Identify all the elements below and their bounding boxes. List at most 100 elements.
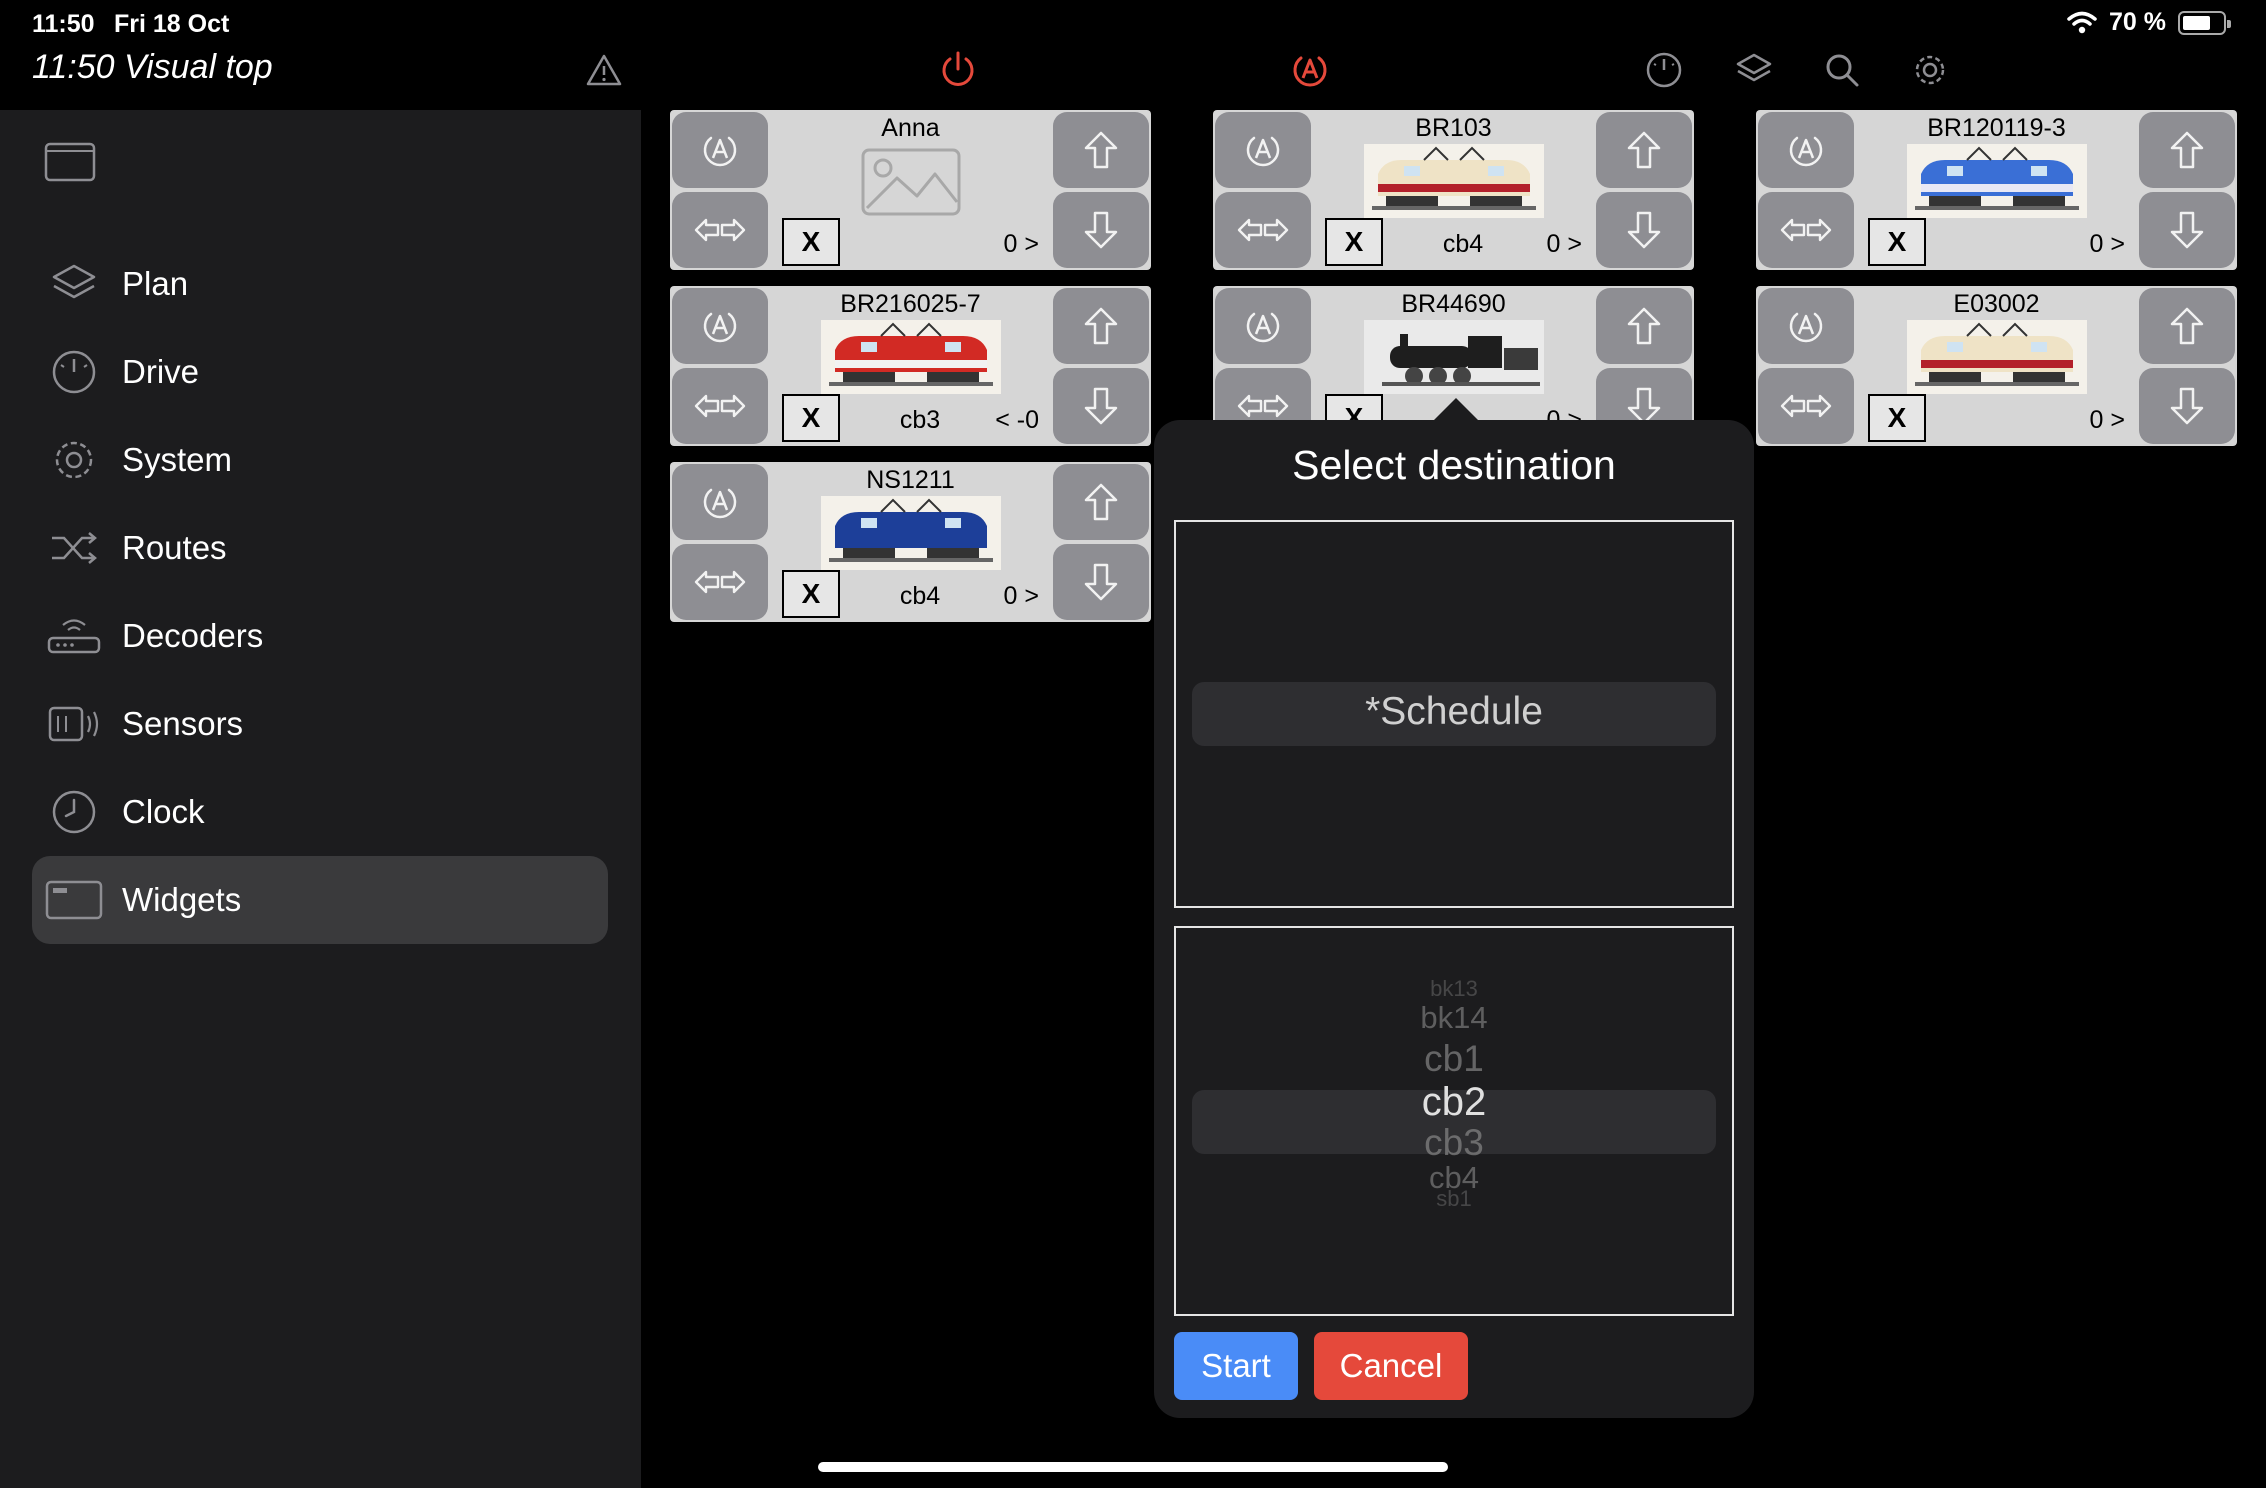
loco-speed: < -0: [995, 406, 1039, 434]
speed-up-button[interactable]: [1596, 288, 1692, 364]
destination-option[interactable]: bk13: [1176, 976, 1732, 1002]
direction-button[interactable]: [1758, 368, 1854, 444]
sidebar-item-decoders[interactable]: Decoders: [32, 592, 608, 680]
speed-up-button[interactable]: [2139, 288, 2235, 364]
loco-name: BR103: [1415, 114, 1492, 142]
sidebar-item-widgets[interactable]: Widgets: [32, 856, 608, 944]
loco-image: [1363, 320, 1544, 394]
auto-mode-button[interactable]: [1758, 112, 1854, 188]
stop-button[interactable]: X: [1868, 218, 1926, 266]
sidebar-item-system[interactable]: System: [32, 416, 608, 504]
loco-speed: 0 >: [2089, 230, 2125, 258]
speed-down-button[interactable]: [1053, 544, 1149, 620]
direction-button[interactable]: [672, 544, 768, 620]
loco-card[interactable]: BR103 X cb4 0 >: [1213, 110, 1694, 270]
stop-button[interactable]: X: [782, 570, 840, 618]
sidebar-item-plan[interactable]: Plan: [32, 240, 608, 328]
layers-icon[interactable]: [1732, 48, 1776, 92]
warning-icon[interactable]: [582, 48, 626, 92]
auto-mode-button[interactable]: [672, 112, 768, 188]
destination-option[interactable]: cb1: [1176, 1038, 1732, 1080]
loco-name: NS1211: [866, 466, 955, 494]
speed-up-button[interactable]: [1053, 112, 1149, 188]
sidebar-item-routes[interactable]: Routes: [32, 504, 608, 592]
speedometer-icon: [44, 342, 104, 402]
sidebar-item-label: Drive: [122, 353, 200, 390]
stop-button[interactable]: X: [782, 394, 840, 442]
speed-down-button[interactable]: [2139, 192, 2235, 268]
loco-card[interactable]: BR120119-3 X 0 >: [1756, 110, 2237, 270]
stop-button[interactable]: X: [782, 218, 840, 266]
select-destination-popover: Select destination *Schedule bk13 bk14 cb1…: [1154, 420, 1754, 1418]
start-button[interactable]: Start: [1174, 1332, 1298, 1400]
sidebar-item-drive[interactable]: Drive: [32, 328, 608, 416]
auto-mode-icon: [703, 136, 737, 167]
arrow-down-icon: [1084, 387, 1118, 425]
clock-icon: [44, 782, 104, 842]
search-icon[interactable]: [1820, 48, 1864, 92]
auto-mode-icon[interactable]: [1288, 48, 1332, 92]
arrow-down-icon: [1084, 211, 1118, 249]
stop-button[interactable]: X: [1325, 218, 1383, 266]
sidebar-item-sensors[interactable]: Sensors: [32, 680, 608, 768]
auto-mode-icon: [1246, 312, 1280, 343]
destination-option-selected[interactable]: cb2: [1176, 1080, 1732, 1125]
loco-speed: 0 >: [1003, 230, 1039, 258]
speed-down-button[interactable]: [1596, 192, 1692, 268]
destination-option[interactable]: sb1: [1176, 1186, 1732, 1212]
auto-mode-button[interactable]: [1215, 112, 1311, 188]
destination-option[interactable]: cb3: [1176, 1122, 1732, 1164]
auto-mode-icon: [1789, 136, 1823, 167]
speed-up-button[interactable]: [1053, 288, 1149, 364]
shuffle-icon: [44, 518, 104, 578]
loco-name: BR120119-3: [1927, 114, 2066, 142]
arrow-up-icon: [1627, 307, 1661, 345]
loco-card[interactable]: NS1211 X cb4 0 >: [670, 462, 1151, 622]
direction-button[interactable]: [672, 192, 768, 268]
loco-card[interactable]: Anna X 0 >: [670, 110, 1151, 270]
speed-down-button[interactable]: [1053, 368, 1149, 444]
battery-percent: 70 %: [2109, 8, 2166, 36]
auto-mode-button[interactable]: [1758, 288, 1854, 364]
speed-up-button[interactable]: [1053, 464, 1149, 540]
loco-name: BR216025-7: [840, 290, 981, 318]
direction-button[interactable]: [672, 368, 768, 444]
auto-mode-button[interactable]: [672, 464, 768, 540]
auto-mode-icon: [703, 488, 737, 519]
arrow-down-icon: [1627, 211, 1661, 249]
arrow-down-icon: [2170, 211, 2204, 249]
loco-image: [1363, 144, 1544, 218]
schedule-picker[interactable]: *Schedule: [1174, 520, 1734, 908]
destination-picker[interactable]: bk13 bk14 cb1 cb2 cb3 cb4 sb1: [1174, 926, 1734, 1316]
loco-name: BR44690: [1401, 290, 1506, 318]
speed-up-button[interactable]: [1596, 112, 1692, 188]
sidebar-item-label: Plan: [122, 265, 189, 302]
wifi-icon: [2067, 11, 2097, 33]
sidebar-item-clock[interactable]: Clock: [32, 768, 608, 856]
loco-card[interactable]: E03002 X 0 >: [1756, 286, 2237, 446]
stop-button[interactable]: X: [1868, 394, 1926, 442]
direction-button[interactable]: [1758, 192, 1854, 268]
sidebar-toggle-icon[interactable]: [44, 142, 96, 182]
speed-down-button[interactable]: [2139, 368, 2235, 444]
schedule-option-selected[interactable]: *Schedule: [1176, 690, 1732, 734]
loco-image: [820, 496, 1001, 570]
loco-image: [820, 320, 1001, 394]
speed-up-button[interactable]: [2139, 112, 2235, 188]
direction-button[interactable]: [1215, 192, 1311, 268]
sidebar-item-label: System: [122, 441, 233, 478]
auto-mode-button[interactable]: [672, 288, 768, 364]
auto-mode-button[interactable]: [1215, 288, 1311, 364]
popover-arrow: [1432, 398, 1480, 422]
loco-card[interactable]: BR216025-7 X cb3 < -0: [670, 286, 1151, 446]
arrow-down-icon: [1084, 563, 1118, 601]
direction-icon: [1237, 218, 1289, 242]
destination-option[interactable]: bk14: [1176, 1000, 1732, 1036]
power-icon[interactable]: [936, 48, 980, 92]
speedometer-icon[interactable]: [1642, 48, 1686, 92]
gear-icon[interactable]: [1908, 48, 1952, 92]
loco-block: cb3: [899, 406, 941, 434]
speed-down-button[interactable]: [1053, 192, 1149, 268]
sidebar-item-label: Routes: [122, 529, 227, 566]
cancel-button[interactable]: Cancel: [1314, 1332, 1468, 1400]
